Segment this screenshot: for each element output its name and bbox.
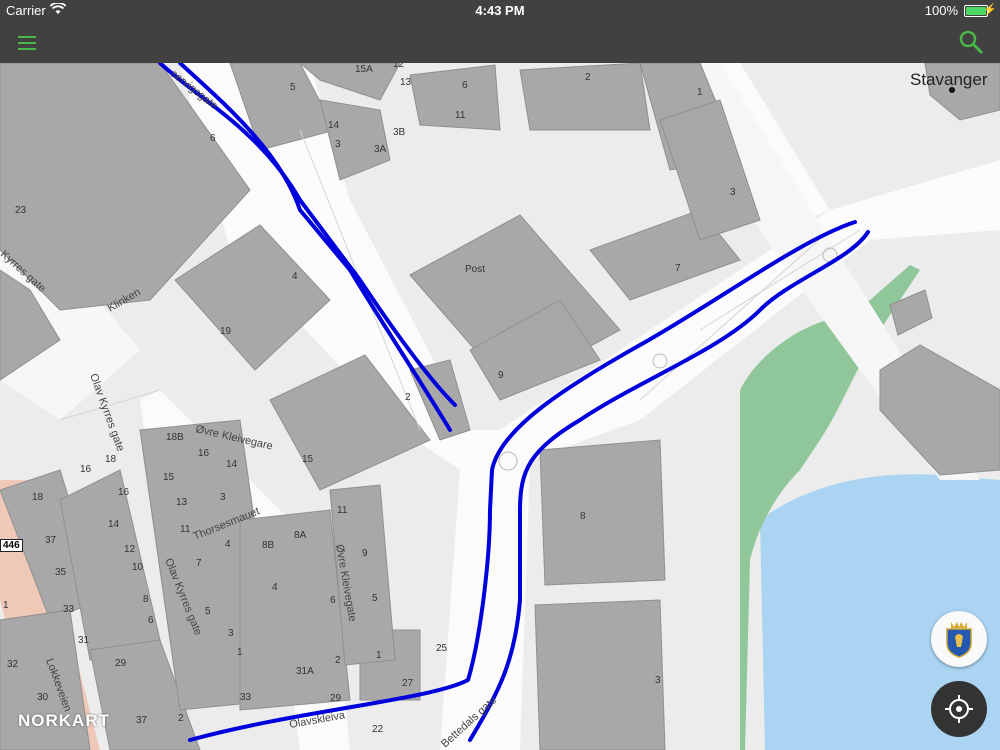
map-view[interactable]: servigsgate Kyrres gate Klinken Olav Kyr…: [0, 63, 1000, 750]
house-number-label: 2: [585, 72, 591, 83]
house-number-label: 2: [178, 713, 184, 724]
house-number-label: 3: [228, 628, 234, 639]
house-number-label: 1: [697, 87, 703, 98]
house-number-label: 25: [436, 643, 448, 654]
house-number-label: 3A: [374, 144, 387, 155]
house-number-label: 12: [393, 63, 405, 70]
house-number-label: 12: [124, 544, 136, 555]
house-number-label: 18: [32, 492, 44, 503]
house-number-label: 6: [462, 80, 468, 91]
house-number-label: 15A: [355, 64, 373, 75]
house-number-label: 11: [455, 110, 466, 121]
house-number-label: 15: [302, 454, 314, 465]
house-number-label: 18B: [166, 432, 184, 443]
place-label-stavanger: Stavanger: [910, 70, 988, 89]
house-number-label: 31: [78, 635, 90, 646]
house-number-label: 3: [655, 675, 661, 686]
house-number-label: 14: [226, 459, 238, 470]
house-number-label: 23: [15, 205, 27, 216]
house-number-label: 35: [55, 567, 67, 578]
house-number-label: 8B: [262, 540, 275, 551]
status-time: 4:43 PM: [475, 3, 525, 18]
house-number-label: 6: [330, 595, 336, 606]
house-number-label: 4: [292, 271, 298, 282]
house-number-label: 1: [376, 650, 382, 661]
status-bar: Carrier 4:43 PM 100% ⚡: [0, 0, 1000, 20]
house-number-label: 4: [225, 539, 231, 550]
route-number-badge: 446: [0, 539, 23, 552]
house-number-label: 11: [337, 505, 348, 516]
house-number-label: 13: [176, 497, 188, 508]
battery-percent: 100%: [924, 3, 958, 18]
house-number-label: 15: [163, 472, 175, 483]
place-dot: [949, 87, 955, 93]
house-number-label: 18: [105, 454, 117, 465]
poi-label-post: Post: [465, 264, 485, 275]
house-number-label: 3B: [393, 127, 406, 138]
house-number-label: 1: [237, 647, 243, 658]
city-crest-icon[interactable]: [931, 611, 987, 667]
house-number-label: 8: [143, 594, 149, 605]
house-number-label: 29: [115, 658, 127, 669]
hamburger-menu-icon[interactable]: [18, 36, 36, 50]
house-number-label: 9: [362, 548, 368, 559]
house-number-label: 29: [330, 693, 342, 704]
house-number-label: 6: [148, 615, 154, 626]
house-number-label: 16: [198, 448, 210, 459]
house-number-label: 33: [240, 692, 252, 703]
house-number-label: 37: [136, 715, 148, 726]
house-number-label: 33: [63, 604, 75, 615]
house-number-label: 8: [580, 511, 586, 522]
house-number-label: 2: [335, 655, 341, 666]
house-number-label: 4: [272, 582, 278, 593]
house-number-label: 16: [118, 487, 130, 498]
house-number-label: 14: [328, 120, 340, 131]
house-number-label: 31A: [296, 666, 314, 677]
house-number-label: 7: [196, 558, 202, 569]
house-number-label: 11: [180, 524, 191, 535]
house-number-label: 14: [108, 519, 120, 530]
locate-crosshair-icon[interactable]: [931, 681, 987, 737]
house-number-label: 32: [7, 659, 19, 670]
house-number-label: 6: [210, 133, 216, 144]
house-number-label: 3: [220, 492, 226, 503]
house-number-label: 22: [372, 724, 384, 735]
house-number-label: 3: [730, 187, 736, 198]
house-number-label: 19: [220, 326, 232, 337]
house-number-label: 7: [675, 263, 681, 274]
house-number-label: 30: [37, 692, 49, 703]
house-number-label: 5: [290, 82, 296, 93]
house-number-label: 5: [372, 593, 378, 604]
house-number-label: 3: [335, 139, 341, 150]
nav-bar: [0, 20, 1000, 63]
house-number-label: 8A: [294, 530, 307, 541]
house-number-label: 10: [132, 562, 144, 573]
house-number-label: 5: [205, 606, 211, 617]
house-number-label: 1: [3, 600, 9, 611]
house-number-label: 13: [400, 77, 412, 88]
house-number-label: 9: [498, 370, 504, 381]
house-number-label: 37: [45, 535, 57, 546]
house-number-label: 2: [405, 392, 411, 403]
charging-icon: ⚡: [983, 4, 997, 16]
search-icon[interactable]: [958, 29, 984, 55]
norkart-logo: NORKART: [18, 711, 110, 730]
house-number-label: 27: [402, 678, 414, 689]
map-canvas[interactable]: servigsgate Kyrres gate Klinken Olav Kyr…: [0, 63, 1000, 750]
house-number-label: 16: [80, 464, 92, 475]
